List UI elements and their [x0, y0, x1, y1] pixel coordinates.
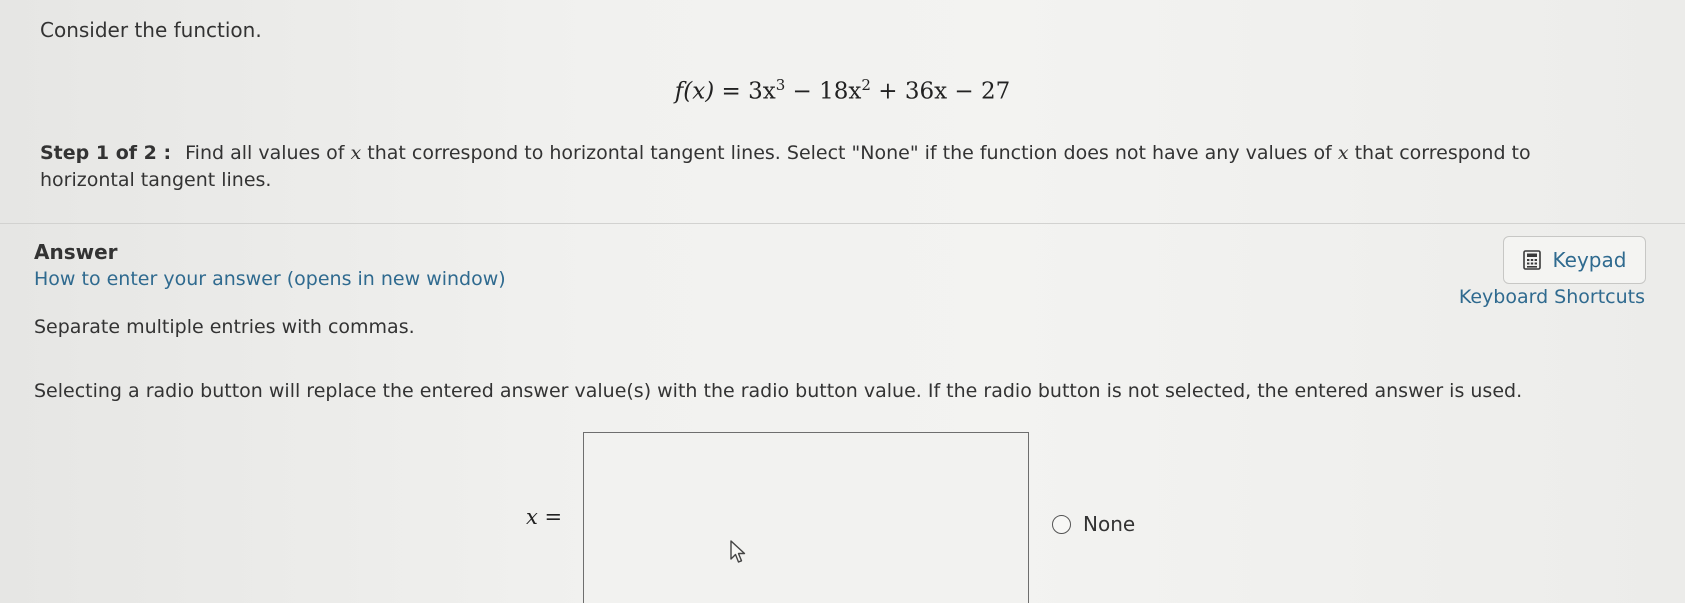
how-to-enter-link[interactable]: How to enter your answer (opens in new w…	[34, 268, 506, 290]
question-panel: Consider the function. f(x) = 3x3 − 18x2…	[0, 0, 1685, 224]
page: Consider the function. f(x) = 3x3 − 18x2…	[0, 0, 1685, 603]
answer-input[interactable]	[583, 432, 1029, 603]
input-label-variable: x	[526, 505, 538, 529]
step-variable-2: x	[1337, 142, 1349, 164]
keypad-button[interactable]: Keypad	[1503, 236, 1646, 284]
keypad-label: Keypad	[1552, 248, 1627, 272]
formula-exponent-2: 2	[861, 76, 871, 94]
question-intro: Consider the function.	[40, 18, 262, 42]
step-instructions: Step 1 of 2 : Find all values of x that …	[40, 140, 1620, 194]
formula-term-3: + 36x − 27	[870, 78, 1011, 105]
none-radio-option[interactable]: None	[1052, 512, 1135, 536]
separate-entries-note: Separate multiple entries with commas.	[34, 316, 415, 338]
none-radio-label: None	[1083, 512, 1136, 536]
keyboard-shortcuts-link[interactable]: Keyboard Shortcuts	[1459, 286, 1645, 308]
formula-term-1: = 3x	[714, 78, 776, 105]
answer-heading: Answer	[34, 240, 118, 264]
formula-lhs: f(x)	[674, 78, 715, 105]
function-formula: f(x) = 3x3 − 18x2 + 36x − 27	[0, 76, 1685, 105]
formula-term-2: − 18x	[785, 78, 862, 105]
input-label: x =	[526, 505, 562, 529]
formula-exponent-1: 3	[775, 76, 786, 94]
input-label-equals: =	[537, 505, 563, 529]
mouse-pointer-icon	[729, 539, 747, 569]
none-radio-button[interactable]	[1052, 514, 1071, 534]
step-text-part-1: Find all values of	[185, 142, 345, 164]
radio-button-note: Selecting a radio button will replace th…	[34, 380, 1523, 402]
step-label: Step 1 of 2 :	[40, 142, 172, 164]
calculator-icon	[1522, 250, 1541, 270]
step-variable-1: x	[350, 142, 362, 164]
step-text-part-2: that correspond to horizontal tangent li…	[367, 142, 1332, 164]
